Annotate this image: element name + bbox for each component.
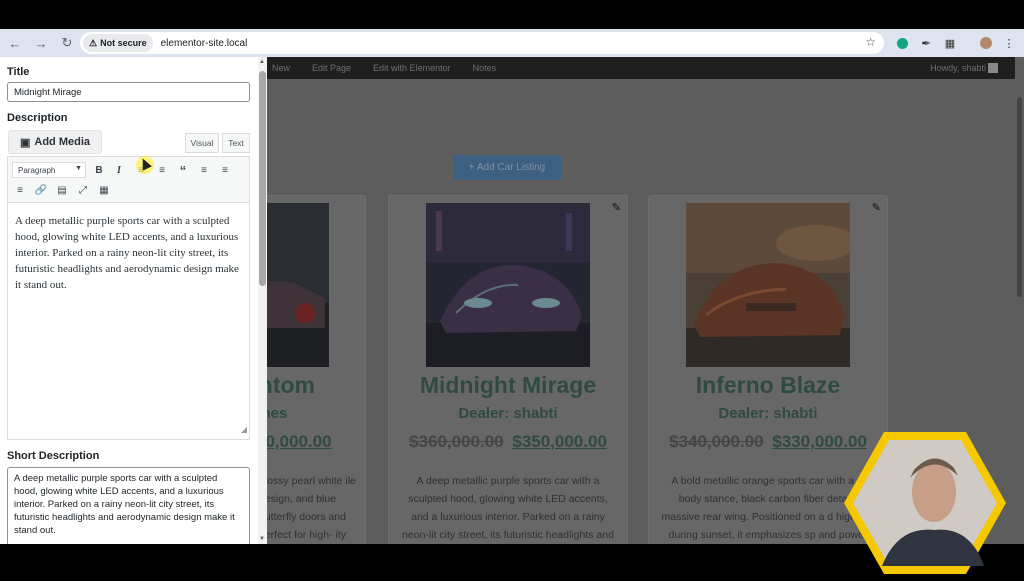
add-car-listing-button[interactable]: + Add Car Listing (453, 155, 561, 180)
format-select[interactable]: Paragraph ▼ (12, 162, 86, 178)
title-input[interactable]: Midnight Mirage (7, 82, 250, 102)
caret-down-icon: ▼ (75, 165, 82, 172)
editor-toolbar: Paragraph ▼ B I ≡ ≡ “ ≡ ≡ ≡ 🔗 ▤ ⤢ ▦ (7, 156, 250, 202)
bookmark-star-icon[interactable]: ☆ (865, 35, 876, 49)
page-scrollbar-thumb[interactable] (1017, 97, 1022, 297)
resize-handle-icon[interactable]: ◢ (241, 422, 247, 438)
url-text: elementor-site.local (160, 37, 248, 49)
forward-arrow-icon[interactable]: → (30, 32, 52, 54)
media-icon: ▣ (19, 136, 31, 149)
car-image (426, 203, 590, 367)
short-description-textarea[interactable]: A deep metallic purple sports car with a… (7, 467, 250, 544)
admin-bar-notes[interactable]: Notes (473, 63, 497, 73)
site-security-chip[interactable]: ⚠ Not secure (83, 34, 153, 52)
edit-pencil-icon[interactable]: ✎ (872, 201, 881, 214)
description-editor[interactable]: A deep metallic purple sports car with a… (7, 202, 250, 440)
wp-admin-bar: New Edit Page Edit with Elementor Notes … (258, 57, 1024, 79)
card-price: $360,000.00 $350,000.00 (389, 432, 627, 452)
tab-text[interactable]: Text (222, 133, 250, 153)
kebab-menu-icon[interactable]: ⋮ (1000, 34, 1018, 52)
reload-icon[interactable]: ↻ (56, 32, 78, 54)
bold-icon[interactable]: B (92, 163, 106, 177)
panel-scrollbar[interactable]: ▲ ▼ (258, 57, 267, 544)
page-scrollbar[interactable] (1015, 57, 1024, 544)
align-right-icon[interactable]: ≡ (13, 183, 27, 197)
format-select-value: Paragraph (18, 165, 56, 175)
edit-listing-panel: Title Midnight Mirage Description ▣ Add … (0, 57, 258, 544)
car-image (686, 203, 850, 367)
align-center-icon[interactable]: ≡ (218, 163, 232, 177)
card-dealer: Dealer: shabti (718, 405, 818, 422)
warning-icon: ⚠ (89, 37, 98, 48)
blockquote-icon[interactable]: “ (176, 163, 190, 178)
title-label: Title (7, 66, 30, 78)
add-media-label: Add Media (34, 136, 91, 148)
card-dealer: Dealer: shabti (458, 405, 558, 422)
link-icon[interactable]: 🔗 (34, 183, 48, 197)
puzzle-icon[interactable]: ▦ (941, 34, 959, 52)
toolbar-toggle-icon[interactable]: ▦ (97, 183, 111, 197)
user-avatar[interactable] (988, 63, 998, 73)
description-label: Description (7, 112, 68, 124)
scroll-down-icon[interactable]: ▼ (259, 536, 265, 542)
card-old-price: $340,000.00 (669, 432, 764, 451)
car-card: antom ames 80,000.00 glossy pearl white … (258, 195, 366, 544)
short-description-label: Short Description (7, 450, 100, 462)
grammarly-icon[interactable] (893, 34, 911, 52)
admin-bar-edit-elementor[interactable]: Edit with Elementor (373, 63, 451, 73)
eyedropper-icon[interactable]: ✒ (917, 34, 935, 52)
card-description: A deep metallic purple sports car with a… (402, 475, 614, 541)
align-left-icon[interactable]: ≡ (197, 163, 211, 177)
webcam-overlay (842, 430, 1008, 576)
card-title: Midnight Mirage (419, 372, 597, 398)
scroll-up-icon[interactable]: ▲ (259, 59, 265, 65)
tab-visual[interactable]: Visual (185, 133, 219, 153)
back-arrow-icon[interactable]: ← (4, 32, 26, 54)
panel-scrollbar-thumb[interactable] (259, 71, 266, 286)
card-old-price: $360,000.00 (409, 432, 504, 451)
card-description: glossy pearl white ile design, and blue … (259, 475, 356, 541)
car-card: Midnight Mirage Dealer: shabti $360,000.… (388, 195, 628, 544)
address-bar[interactable]: ⚠ Not secure elementor-site.local ☆ (80, 32, 884, 54)
card-new-price: $350,000.00 (512, 432, 607, 451)
editor-body-text: A deep metallic purple sports car with a… (15, 215, 239, 291)
add-media-button[interactable]: ▣ Add Media (8, 130, 102, 154)
security-label: Not secure (100, 38, 147, 48)
card-title: Inferno Blaze (695, 372, 841, 398)
profile-avatar[interactable] (977, 34, 995, 52)
fullscreen-icon[interactable]: ⤢ (76, 183, 90, 197)
edit-pencil-icon[interactable]: ✎ (612, 201, 621, 214)
screen: ← → ↻ ⚠ Not secure elementor-site.local … (0, 0, 1024, 576)
numbered-list-icon[interactable]: ≡ (155, 163, 169, 177)
italic-icon[interactable]: I (112, 163, 126, 177)
browser-toolbar: ← → ↻ ⚠ Not secure elementor-site.local … (0, 29, 1024, 57)
car-image (258, 203, 329, 367)
admin-bar-new[interactable]: New (272, 63, 290, 73)
admin-bar-edit-page[interactable]: Edit Page (312, 63, 351, 73)
howdy-user[interactable]: Howdy, shabti (930, 63, 986, 73)
read-more-icon[interactable]: ▤ (55, 183, 69, 197)
